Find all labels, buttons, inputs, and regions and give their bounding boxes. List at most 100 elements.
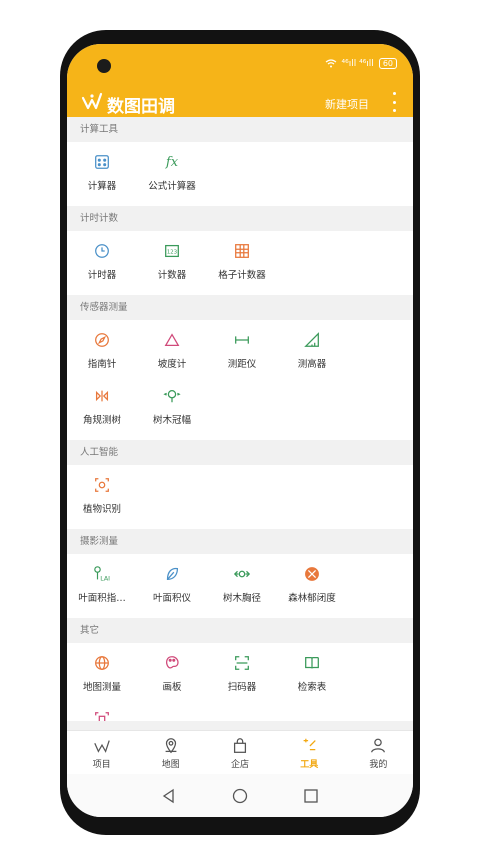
map-pin-icon bbox=[162, 737, 180, 755]
nav-projects[interactable]: 项目 bbox=[67, 731, 136, 775]
back-icon[interactable] bbox=[161, 788, 177, 804]
project-icon bbox=[93, 737, 111, 755]
compass-icon bbox=[92, 330, 112, 350]
doc-camera-icon bbox=[92, 709, 112, 721]
palette-icon bbox=[162, 653, 182, 673]
nav-label: 我的 bbox=[369, 759, 388, 770]
nav-tools[interactable]: 工具 bbox=[275, 731, 344, 775]
status-bar: ⁴⁶ıll ⁴⁶ıll 60 bbox=[67, 44, 413, 80]
angle-gauge-icon bbox=[92, 386, 112, 406]
tool-plant-id[interactable]: 植物识别 bbox=[67, 469, 137, 525]
tool-timer[interactable]: 计时器 bbox=[67, 235, 137, 291]
section-header: 人工智能 bbox=[67, 440, 413, 465]
shopping-bag-icon bbox=[231, 737, 249, 755]
nav-map[interactable]: 地图 bbox=[136, 731, 205, 775]
app-title: 数图田调 bbox=[107, 97, 175, 117]
tool-grid-counter[interactable]: 格子计数器 bbox=[207, 235, 277, 291]
tool-label: 角规测树 bbox=[82, 415, 121, 426]
tool-label: 格子计数器 bbox=[218, 270, 266, 281]
clock-icon bbox=[92, 241, 112, 261]
plant-scan-icon bbox=[92, 475, 112, 495]
tool-label: 叶面积仪 bbox=[152, 593, 191, 604]
section-tools: 地图测量 画板 扫码器 检索表文档相机 bbox=[67, 643, 413, 721]
tool-scanner[interactable]: 扫码器 bbox=[207, 647, 277, 703]
tool-label: 公式计算器 bbox=[148, 181, 196, 192]
globe-icon bbox=[92, 653, 112, 673]
tool-leaf-area[interactable]: 叶面积仪 bbox=[137, 558, 207, 614]
tool-map-survey[interactable]: 地图测量 bbox=[67, 647, 137, 703]
signal-text: ⁴⁶ıll ⁴⁶ıll bbox=[341, 58, 374, 69]
section-header: 其它 bbox=[67, 618, 413, 643]
tool-index-table[interactable]: 检索表 bbox=[277, 647, 347, 703]
tool-inclinometer[interactable]: 坡度计 bbox=[137, 324, 207, 380]
more-menu-icon[interactable] bbox=[393, 92, 397, 112]
ruler-icon bbox=[302, 330, 322, 350]
grid-icon bbox=[232, 241, 252, 261]
tool-lai[interactable]: LAI 叶面积指… bbox=[67, 558, 137, 614]
section-tools: 指南针 坡度计 测距仪 测高器角规测树 树木冠幅 bbox=[67, 320, 413, 440]
tool-tree-dbh[interactable]: 树木胸径 bbox=[207, 558, 277, 614]
tool-label: 树木冠幅 bbox=[152, 415, 191, 426]
lai-icon: LAI bbox=[92, 564, 112, 584]
scan-icon bbox=[232, 653, 252, 673]
tool-formula-calculator[interactable]: fx 公式计算器 bbox=[137, 146, 207, 202]
recents-icon[interactable] bbox=[303, 788, 319, 804]
tool-label: 地图测量 bbox=[82, 682, 121, 693]
book-icon bbox=[302, 653, 322, 673]
tool-doc-camera[interactable]: 文档相机 bbox=[67, 703, 137, 721]
wifi-icon bbox=[325, 59, 336, 68]
tools-list[interactable]: 计算工具 计算器 fx 公式计算器 计时计数 计时器 123 计数器 格子计数器 传感器测量 指南针… bbox=[67, 117, 413, 721]
tool-label: 指南针 bbox=[87, 359, 117, 370]
section-tools: 植物识别 bbox=[67, 465, 413, 529]
section-tools: LAI 叶面积指… 叶面积仪 树木胸径 森林郁闭度 bbox=[67, 554, 413, 618]
tool-altimeter[interactable]: 测高器 bbox=[277, 324, 347, 380]
tool-canopy-closure[interactable]: 森林郁闭度 bbox=[277, 558, 347, 614]
tool-compass[interactable]: 指南针 bbox=[67, 324, 137, 380]
section-header: 计算工具 bbox=[67, 117, 413, 142]
app-logo-icon bbox=[81, 92, 103, 110]
tool-label: 测高器 bbox=[297, 359, 327, 370]
tool-tree-crown[interactable]: 树木冠幅 bbox=[137, 380, 207, 436]
tool-label: 测距仪 bbox=[227, 359, 257, 370]
person-icon bbox=[369, 737, 387, 755]
section-header: 计时计数 bbox=[67, 206, 413, 231]
tool-label: 计时器 bbox=[87, 270, 117, 281]
calculator-icon bbox=[92, 152, 112, 172]
tool-label: 森林郁闭度 bbox=[288, 593, 336, 604]
tool-drawing-board[interactable]: 画板 bbox=[137, 647, 207, 703]
nav-label: 工具 bbox=[300, 759, 319, 770]
range-icon bbox=[232, 330, 252, 350]
svg-text:123: 123 bbox=[167, 250, 177, 256]
svg-text:LAI: LAI bbox=[100, 575, 110, 582]
system-navigation bbox=[67, 774, 413, 817]
tool-label: 计数器 bbox=[157, 270, 187, 281]
nav-me[interactable]: 我的 bbox=[344, 731, 413, 775]
screen: ⁴⁶ıll ⁴⁶ıll 60 数图田调 新建项目 计算工具 计算器 fx 公式计算器计… bbox=[67, 44, 413, 817]
status-icons: ⁴⁶ıll ⁴⁶ıll 60 bbox=[325, 58, 397, 69]
fx-icon: fx bbox=[165, 154, 179, 170]
counter-icon: 123 bbox=[162, 241, 182, 261]
home-icon[interactable] bbox=[232, 788, 248, 804]
tool-label: 树木胸径 bbox=[222, 593, 261, 604]
section-tools: 计算器 fx 公式计算器 bbox=[67, 142, 413, 206]
section-header: 摄影测量 bbox=[67, 529, 413, 554]
tool-angle-gauge[interactable]: 角规测树 bbox=[67, 380, 137, 436]
tool-label: 植物识别 bbox=[82, 504, 121, 515]
tool-label: 叶面积指… bbox=[78, 593, 126, 604]
tool-rangefinder[interactable]: 测距仪 bbox=[207, 324, 277, 380]
tool-label: 画板 bbox=[162, 682, 182, 693]
tool-label: 计算器 bbox=[87, 181, 117, 192]
bottom-navigation: 项目 地图 企店 工具 我的 bbox=[67, 730, 413, 775]
triangle-icon bbox=[162, 330, 182, 350]
nav-store[interactable]: 企店 bbox=[205, 731, 274, 775]
new-project-button[interactable]: 新建项目 bbox=[325, 96, 369, 112]
front-camera bbox=[97, 59, 111, 73]
section-header: 传感器测量 bbox=[67, 295, 413, 320]
dbh-icon bbox=[232, 564, 252, 584]
tool-counter[interactable]: 123 计数器 bbox=[137, 235, 207, 291]
tool-label: 扫码器 bbox=[227, 682, 257, 693]
battery-icon: 60 bbox=[378, 58, 397, 69]
tool-calculator[interactable]: 计算器 bbox=[67, 146, 137, 202]
nav-label: 地图 bbox=[161, 759, 180, 770]
tools-icon bbox=[300, 737, 318, 755]
